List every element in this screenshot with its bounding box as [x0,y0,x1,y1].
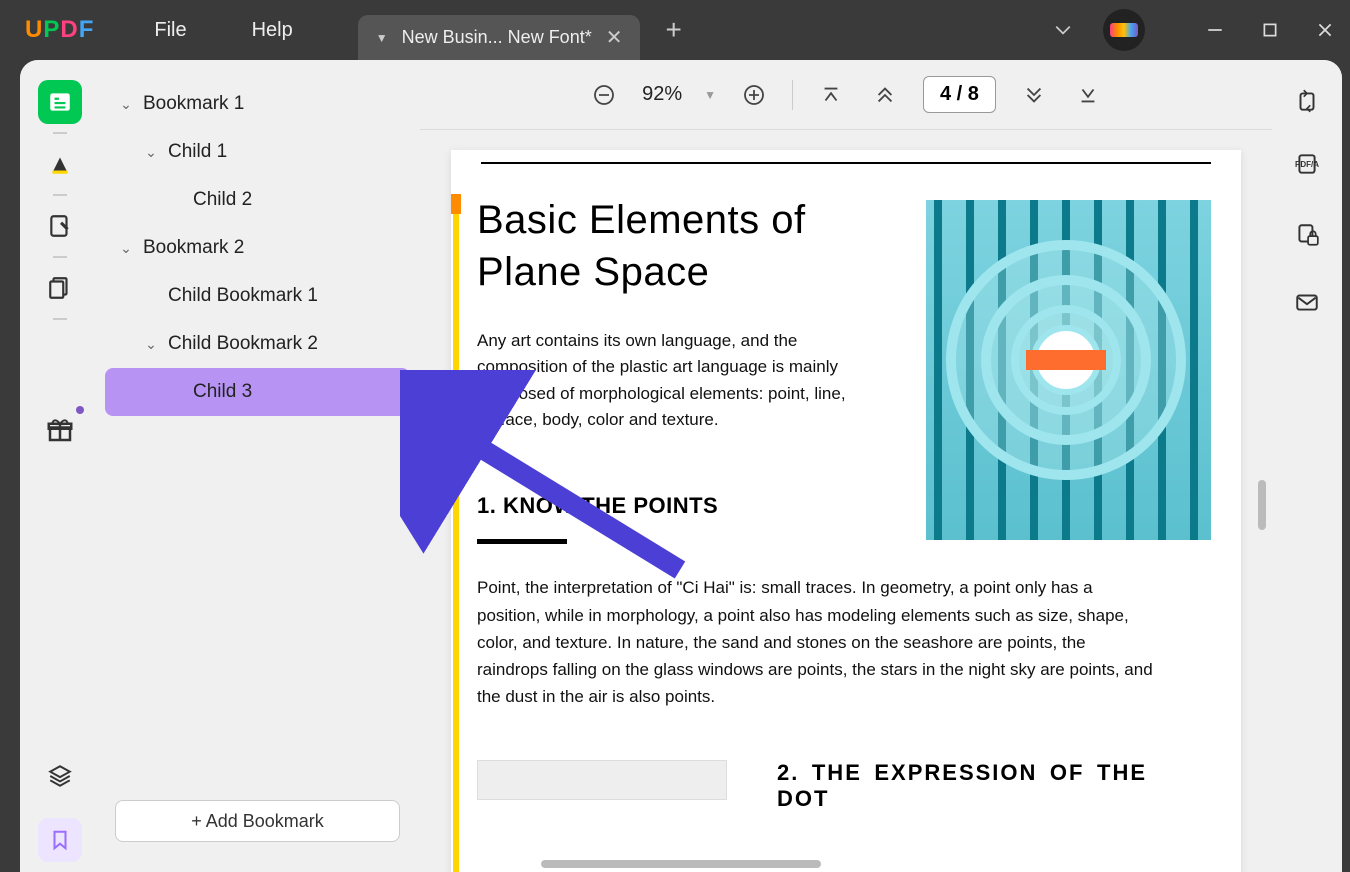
bookmark-label: Bookmark 2 [143,237,244,259]
first-page-button[interactable] [815,79,847,111]
rail-separator [53,194,67,196]
document-viewport[interactable]: Basic Elements of Plane Space Any art co… [420,130,1272,872]
bookmark-label: Child 3 [193,381,252,403]
bookmark-item[interactable]: Child Bookmark 1 [105,272,410,320]
bottom-handle [541,860,821,868]
bookmark-label: Child Bookmark 2 [168,333,318,355]
bookmark-item[interactable]: ⌄ Child Bookmark 2 [105,320,410,368]
zoom-out-button[interactable] [588,79,620,111]
tab-title: New Busin... New Font* [402,27,592,48]
edit-tool-icon[interactable] [38,204,82,248]
window-options-icon[interactable] [1048,15,1078,45]
zoom-in-button[interactable] [738,79,770,111]
toolbar-separator [792,80,793,110]
document-area: 92% ▼ 4 / 8 [420,60,1272,872]
app-logo: UPDF [25,16,94,44]
page-heading: Basic Elements of Plane Space [477,194,887,298]
ai-assistant-icon[interactable] [1103,9,1145,51]
chevron-down-icon[interactable]: ⌄ [140,336,162,353]
section-heading: 2. THE EXPRESSION OF THE DOT [777,760,1147,812]
tab-dropdown-icon[interactable]: ▼ [376,31,388,45]
notification-dot-icon [76,406,84,414]
menu-help[interactable]: Help [252,19,293,42]
chevron-down-icon[interactable]: ⌄ [140,144,162,161]
add-bookmark-button[interactable]: + Add Bookmark [115,800,400,842]
section-rule [477,539,567,544]
last-page-button[interactable] [1072,79,1104,111]
section-paragraph: Point, the interpretation of "Ci Hai" is… [477,574,1157,710]
rotate-icon[interactable] [1291,85,1323,117]
bookmark-label: Child 1 [168,141,227,163]
bookmark-item[interactable]: ⌄ Bookmark 2 [105,224,410,272]
rail-separator [53,132,67,134]
bookmark-label: Child 2 [193,189,252,211]
bookmark-panel-icon[interactable] [38,818,82,862]
app-body: ⌄ Bookmark 1 ⌄ Child 1 Child 2 ⌄ Bookmar… [20,60,1342,872]
tab-close-icon[interactable]: ✕ [606,25,623,50]
page-indicator[interactable]: 4 / 8 [923,76,996,113]
page-figure [926,200,1211,540]
menu-file[interactable]: File [154,19,186,42]
title-bar: UPDF File Help ▼ New Busin... New Font* … [0,0,1350,60]
chevron-down-icon[interactable]: ⌄ [115,96,137,113]
pdfa-label: PDF/A [1295,161,1319,169]
highlight-tool-icon[interactable] [38,142,82,186]
pages-tool-icon[interactable] [38,266,82,310]
vertical-scrollbar[interactable] [1258,480,1266,530]
left-rail [20,60,100,872]
figure-placeholder [477,760,727,800]
bookmark-label: Child Bookmark 1 [168,285,318,307]
page-accent-stripe [451,194,461,872]
right-rail: PDF/A [1272,60,1342,872]
bookmark-tree: ⌄ Bookmark 1 ⌄ Child 1 Child 2 ⌄ Bookmar… [105,80,410,790]
reader-mode-icon[interactable] [38,80,82,124]
bookmark-item[interactable]: ⌄ Bookmark 1 [105,80,410,128]
bookmark-label: Bookmark 1 [143,93,244,115]
layers-icon[interactable] [38,754,82,798]
lock-icon[interactable] [1291,219,1323,251]
bookmark-panel: ⌄ Bookmark 1 ⌄ Child 1 Child 2 ⌄ Bookmar… [100,60,420,872]
zoom-level: 92% [642,83,682,106]
chevron-down-icon[interactable]: ⌄ [115,240,137,257]
minimize-button[interactable] [1200,15,1230,45]
zoom-dropdown-icon[interactable]: ▼ [704,88,716,102]
gift-icon[interactable] [38,408,82,452]
prev-page-button[interactable] [869,79,901,111]
bookmark-item[interactable]: Child 2 [105,176,410,224]
next-page-button[interactable] [1018,79,1050,111]
rail-separator [53,256,67,258]
bookmark-item[interactable]: ⌄ Child 1 [105,128,410,176]
maximize-button[interactable] [1255,15,1285,45]
mail-icon[interactable] [1291,286,1323,318]
bookmark-item-selected[interactable]: Child 3 [105,368,410,416]
document-toolbar: 92% ▼ 4 / 8 [420,60,1272,130]
add-tab-button[interactable]: + [665,14,681,46]
pdfa-icon[interactable]: PDF/A [1291,152,1323,184]
page-intro-text: Any art contains its own language, and t… [477,328,857,433]
document-tab[interactable]: ▼ New Busin... New Font* ✕ [358,15,641,60]
close-window-button[interactable] [1310,15,1340,45]
rail-separator [53,318,67,320]
page: Basic Elements of Plane Space Any art co… [451,150,1241,872]
